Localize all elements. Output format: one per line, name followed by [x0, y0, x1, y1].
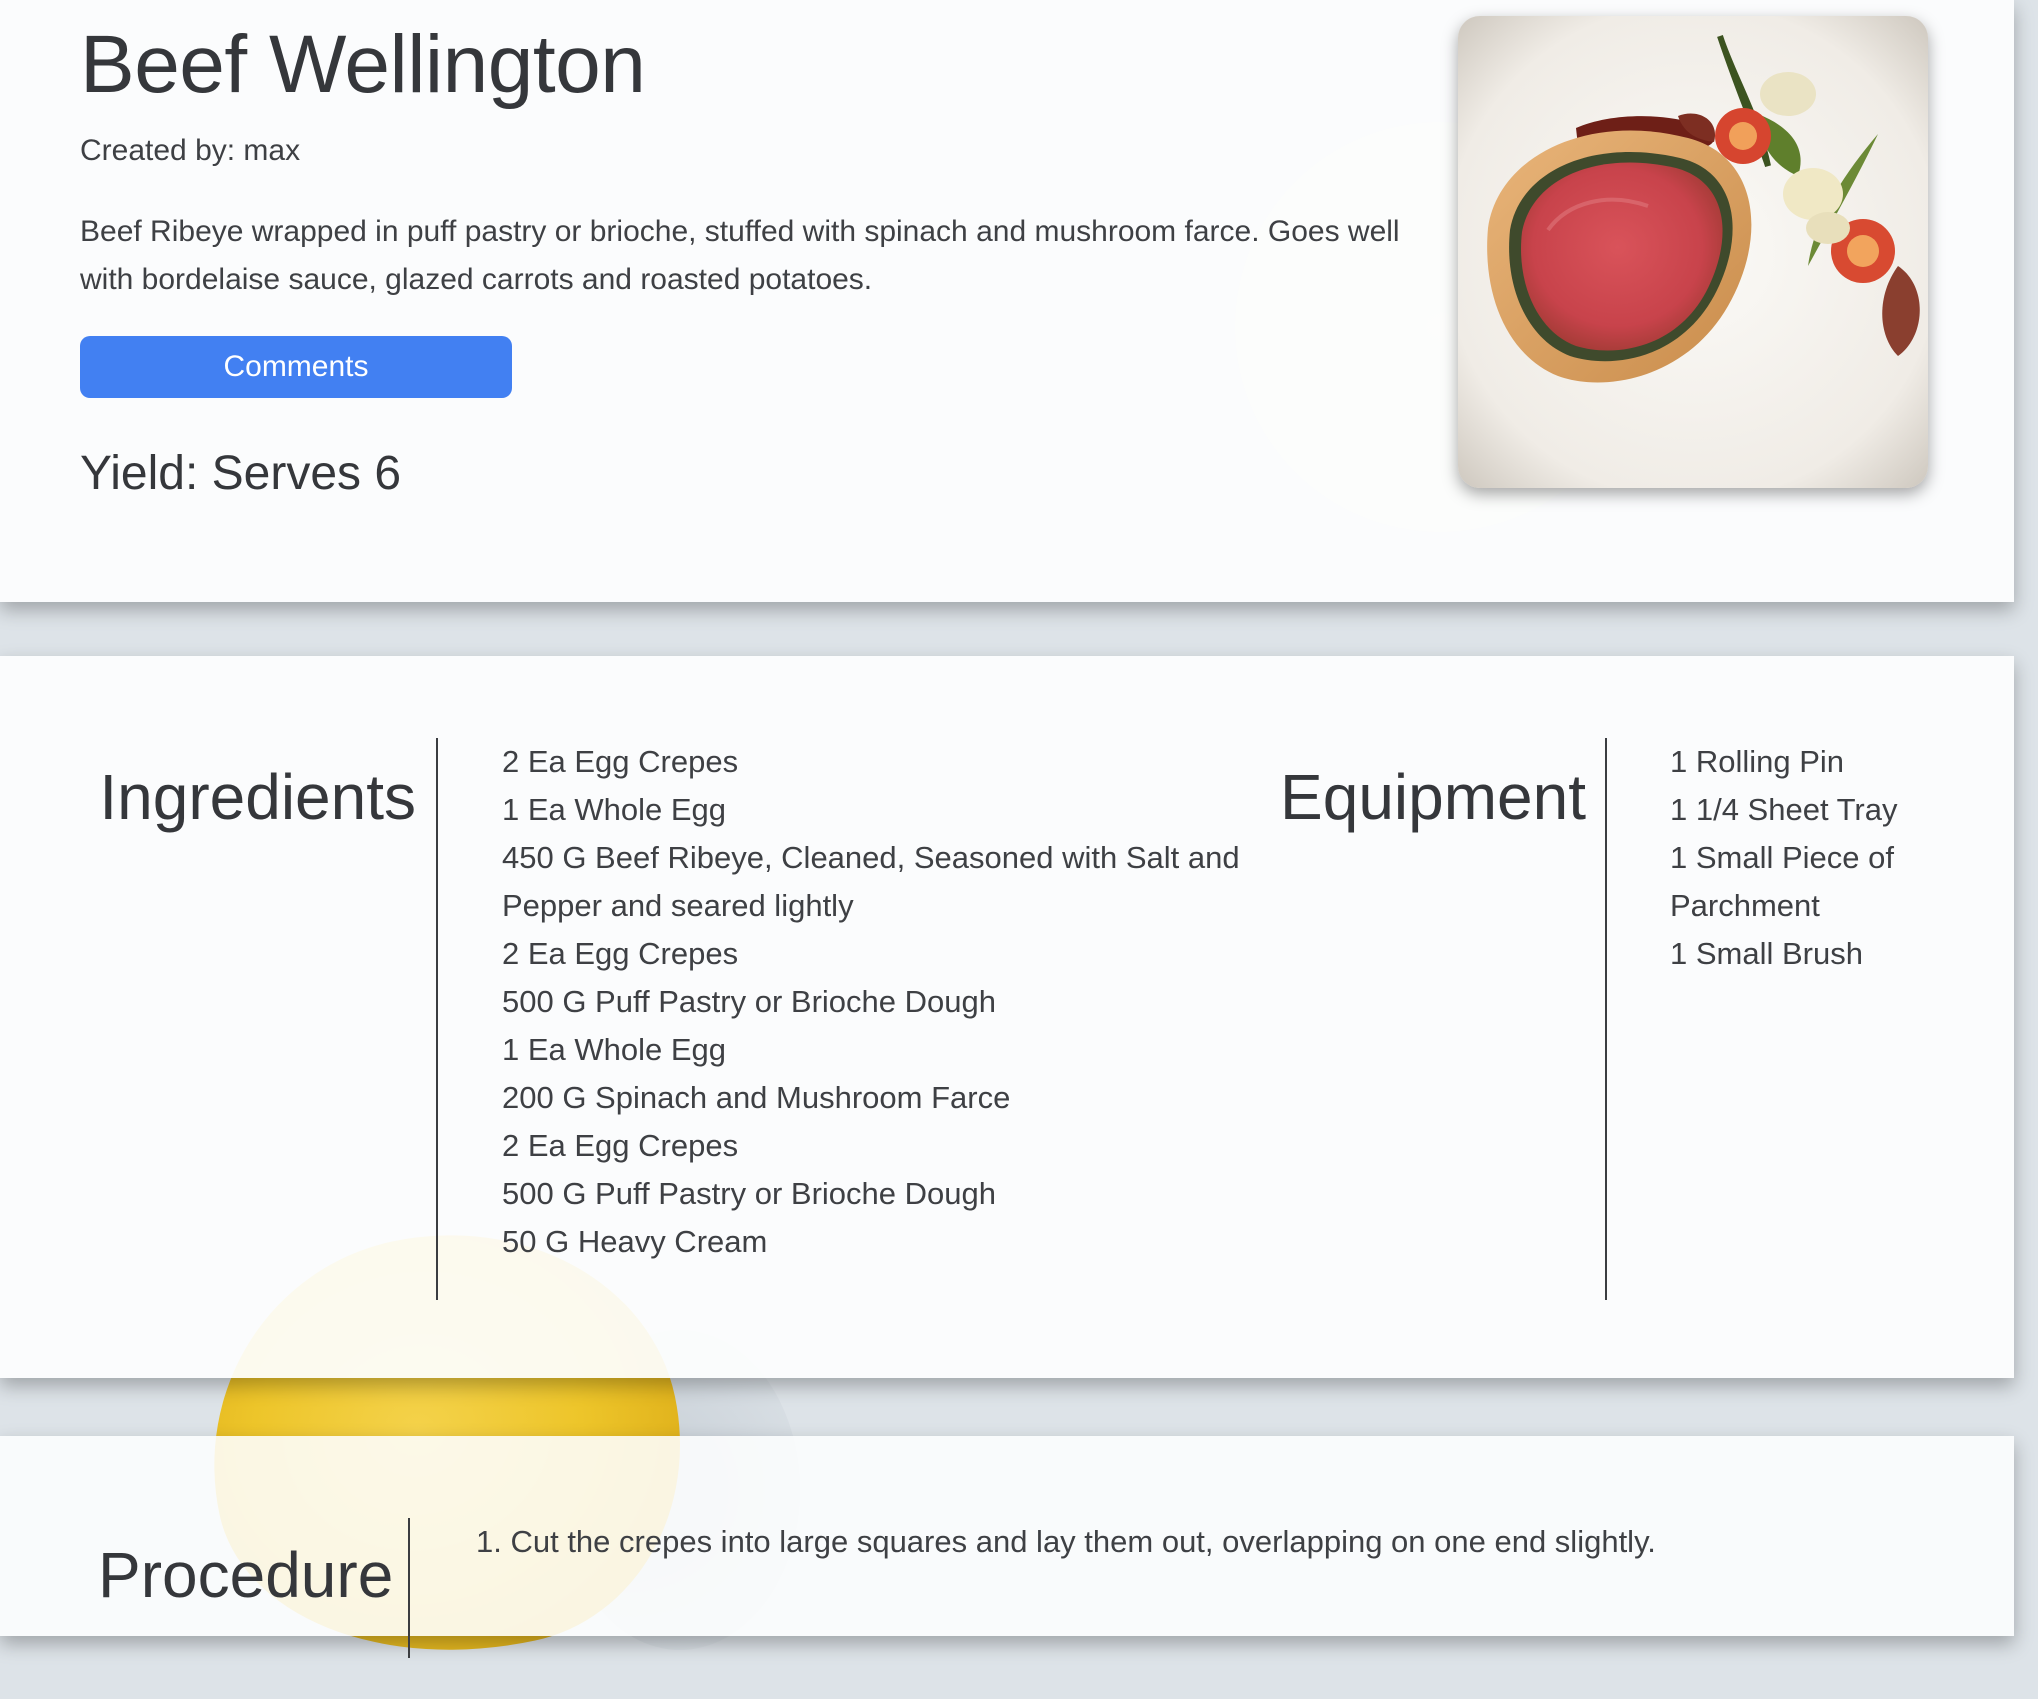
- recipe-description: Beef Ribeye wrapped in puff pastry or br…: [80, 215, 1400, 296]
- comments-button[interactable]: Comments: [80, 336, 512, 398]
- equipment-divider: [1605, 738, 1607, 1300]
- recipe-title: Beef Wellington: [80, 19, 646, 110]
- ingredient-item: 1 Ea Whole Egg: [502, 792, 727, 827]
- procedure-step: 1. Cut the crepes into large squares and…: [476, 1524, 1656, 1559]
- procedure-heading: Procedure: [98, 1539, 394, 1611]
- ingredient-item: 50 G Heavy Cream: [502, 1224, 768, 1259]
- recipe-header-card: Beef Wellington Created by: max Beef Rib…: [0, 0, 2014, 602]
- equipment-item: 1 Rolling Pin: [1670, 744, 1845, 779]
- beef-wellington-photo-icon: [1458, 16, 1928, 488]
- ingredient-item: 2 Ea Egg Crepes: [502, 1128, 739, 1163]
- ingredient-item: 500 G Puff Pastry or Brioche Dough: [502, 984, 996, 1019]
- equipment-item: 1 1/4 Sheet Tray: [1670, 792, 1898, 827]
- equipment-heading: Equipment: [1280, 761, 1586, 833]
- procedure-list: 1. Cut the crepes into large squares and…: [476, 1518, 1656, 1566]
- ingredients-equipment-card: Ingredients 2 Ea Egg Crepes 1 Ea Whole Eg…: [0, 656, 2014, 1378]
- ingredient-item: 500 G Puff Pastry or Brioche Dough: [502, 1176, 996, 1211]
- equipment-item: 1 Small Piece of Parchment: [1670, 840, 1894, 923]
- ingredient-item: 200 G Spinach and Mushroom Farce: [502, 1080, 1011, 1115]
- procedure-card: Procedure 1. Cut the crepes into large s…: [0, 1436, 2014, 1658]
- ingredients-heading: Ingredients: [99, 761, 416, 833]
- recipe-yield: Yield: Serves 6: [80, 447, 402, 500]
- ingredient-item: 2 Ea Egg Crepes: [502, 744, 739, 779]
- procedure-divider: [408, 1518, 410, 1658]
- ingredient-item: 2 Ea Egg Crepes: [502, 936, 739, 971]
- ingredient-item: 1 Ea Whole Egg: [502, 1032, 727, 1067]
- ingredient-item: 450 G Beef Ribeye, Cleaned, Seasoned wit…: [502, 840, 1240, 923]
- recipe-photo: [1458, 16, 1928, 488]
- ingredients-divider: [436, 738, 438, 1300]
- ingredients-list: 2 Ea Egg Crepes 1 Ea Whole Egg 450 G Beef …: [502, 738, 1242, 1266]
- recipe-creator: Created by: max: [80, 134, 301, 167]
- equipment-item: 1 Small Brush: [1670, 936, 1863, 971]
- equipment-list: 1 Rolling Pin 1 1/4 Sheet Tray 1 Small Pie…: [1670, 738, 1940, 978]
